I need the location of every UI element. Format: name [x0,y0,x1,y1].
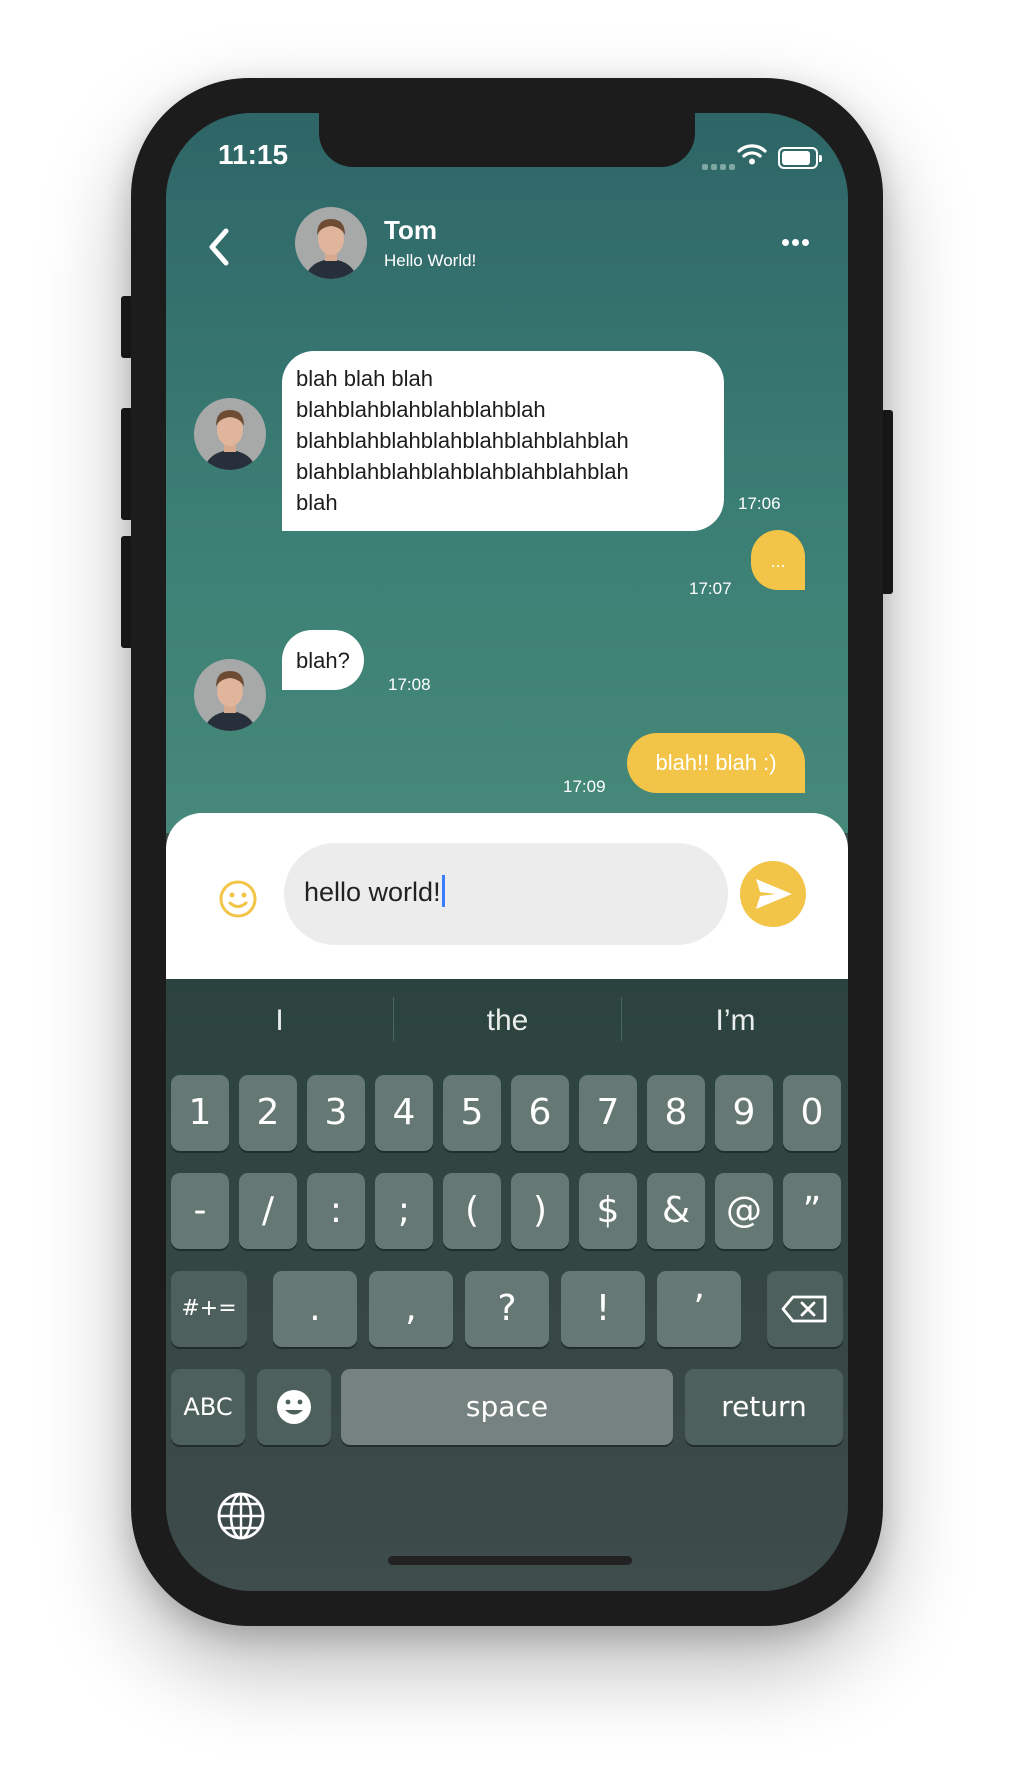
emoji-keyboard-key[interactable] [257,1369,331,1445]
contact-name: Tom [384,215,437,245]
key-7[interactable]: 7 [579,1075,637,1151]
key-slash[interactable]: / [239,1173,297,1249]
message-line: blahblahblahblahblahblah [296,397,546,422]
message-text: ... [770,551,786,571]
message-input-value: hello world! [304,877,441,907]
key-open-paren[interactable]: ( [443,1173,501,1249]
key-close-paren[interactable]: ) [511,1173,569,1249]
key-0[interactable]: 0 [783,1075,841,1151]
emoji-button[interactable] [218,879,258,924]
backspace-icon [781,1295,827,1323]
backspace-key[interactable] [767,1271,843,1347]
keyboard: I the I’m 1 2 3 4 5 6 7 8 9 0 - / : ; ( … [166,979,848,1591]
message-input[interactable]: hello world! [284,843,728,945]
message-bubble-outgoing[interactable]: blah!! blah :) [627,733,805,793]
message-text: blah!! blah :) [655,750,777,775]
cellular-signal-icon [702,157,738,175]
phone-screen: 11:15 Tom Hello World! blah blah blah bl… [166,113,848,1591]
key-hyphen[interactable]: - [171,1173,229,1249]
send-icon [756,879,792,909]
key-2[interactable]: 2 [239,1075,297,1151]
message-bubble-incoming[interactable]: blah? [282,630,364,690]
phone-frame: 11:15 Tom Hello World! blah blah blah bl… [131,78,883,1626]
message-time: 17:06 [738,494,781,513]
message-bubble-outgoing[interactable]: ... [751,530,805,590]
message-bubble-incoming[interactable]: blah blah blah blahblahblahblahblahblah … [282,351,724,531]
message-avatar [194,659,266,731]
key-period[interactable]: . [273,1271,357,1347]
back-button[interactable] [200,219,240,275]
key-5[interactable]: 5 [443,1075,501,1151]
key-colon[interactable]: : [307,1173,365,1249]
message-avatar [194,398,266,470]
key-apostrophe[interactable]: ’ [657,1271,741,1347]
suggestion-3[interactable]: I’m [622,979,848,1059]
key-4[interactable]: 4 [375,1075,433,1151]
back-icon [209,228,229,266]
key-dollar[interactable]: $ [579,1173,637,1249]
suggestion-1[interactable]: I [166,979,393,1059]
home-indicator[interactable] [388,1556,632,1565]
message-time: 17:07 [689,579,732,598]
key-at[interactable]: @ [715,1173,773,1249]
contact-avatar[interactable] [295,207,367,279]
message-line: blahblahblahblahblahblahblahblah [296,428,629,453]
key-semicolon[interactable]: ; [375,1173,433,1249]
message-line: blahblahblahblahblahblahblahblah [296,459,629,484]
more-icon [782,239,789,246]
globe-button[interactable] [216,1491,266,1546]
message-text: blah? [296,648,350,673]
key-ampersand[interactable]: & [647,1173,705,1249]
key-3[interactable]: 3 [307,1075,365,1151]
globe-icon [217,1492,265,1540]
key-abc[interactable]: ABC [171,1369,245,1445]
contact-status: Hello World! [384,251,477,270]
key-quote[interactable]: ” [783,1173,841,1249]
message-time: 17:08 [388,675,431,694]
suggestion-2[interactable]: the [394,979,621,1059]
message-time: 17:09 [563,777,606,796]
battery-icon [778,147,822,169]
key-6[interactable]: 6 [511,1075,569,1151]
emoji-icon [219,880,257,918]
space-key[interactable]: space [341,1369,673,1445]
text-caret [441,875,445,907]
key-comma[interactable]: , [369,1271,453,1347]
notch [319,113,695,167]
key-8[interactable]: 8 [647,1075,705,1151]
status-time: 11:15 [218,139,289,170]
key-1[interactable]: 1 [171,1075,229,1151]
key-question[interactable]: ? [465,1271,549,1347]
key-exclamation[interactable]: ! [561,1271,645,1347]
return-key[interactable]: return [685,1369,843,1445]
emoji-keyboard-icon [277,1390,311,1424]
key-more-symbols[interactable]: #+= [171,1271,247,1347]
message-line: blah blah blah [296,366,434,391]
wifi-icon [737,143,767,170]
message-line: blah [296,490,338,515]
send-button[interactable] [740,861,806,927]
message-composer: hello world! [166,813,848,979]
key-9[interactable]: 9 [715,1075,773,1151]
more-options-button[interactable] [782,233,812,251]
